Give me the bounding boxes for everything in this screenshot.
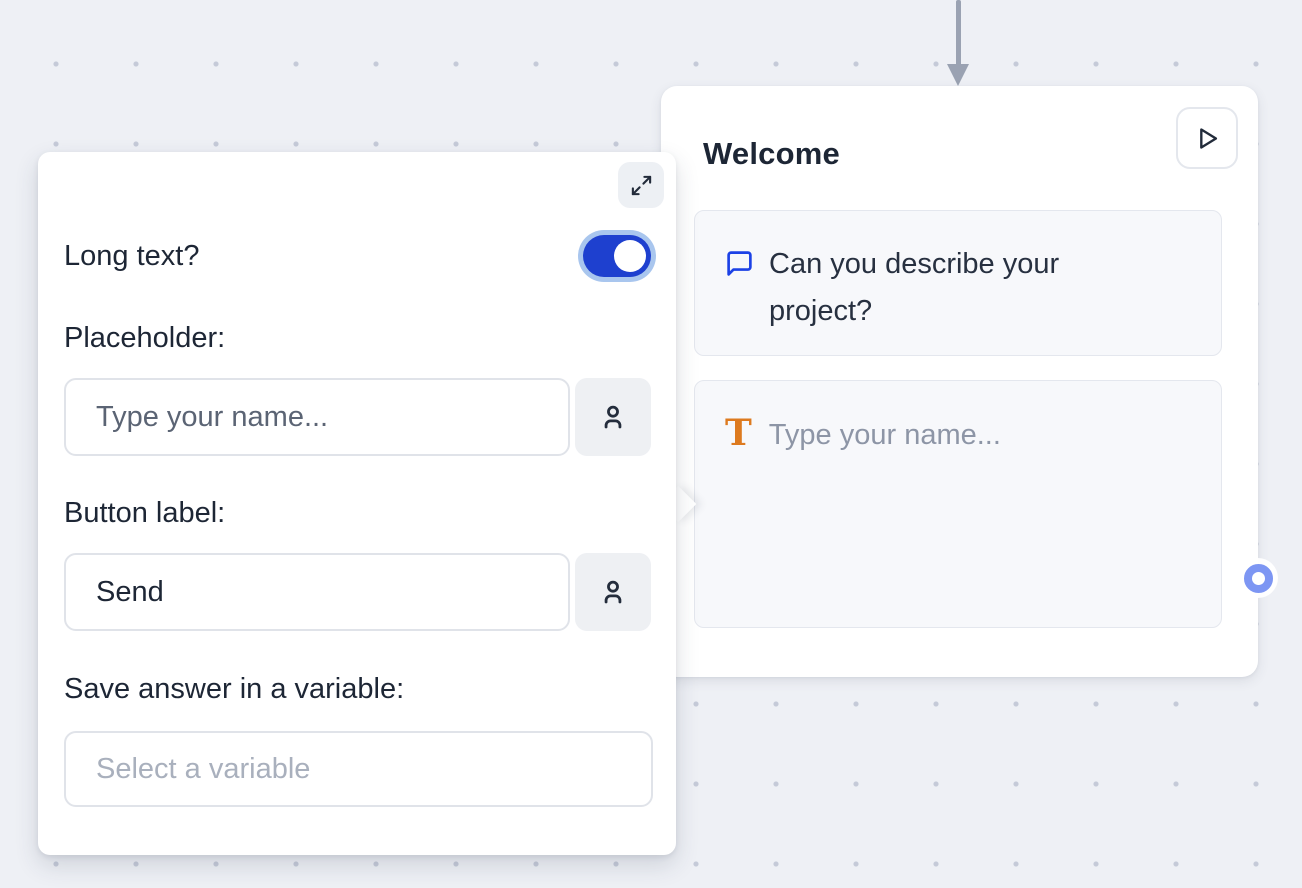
edge-arrowhead-icon (947, 64, 969, 86)
button-label-label: Button label: (64, 494, 225, 532)
button-label-input[interactable] (64, 553, 570, 631)
group-node-welcome[interactable]: Welcome Can you describe your project? T… (661, 86, 1258, 677)
group-title[interactable]: Welcome (703, 136, 840, 172)
expand-settings-button[interactable] (618, 162, 664, 208)
long-text-label: Long text? (64, 237, 199, 275)
node-output-port[interactable] (1238, 558, 1278, 598)
placeholder-input[interactable] (64, 378, 570, 456)
port-ring-icon (1244, 564, 1273, 593)
edge-line (956, 0, 961, 68)
bubble-text: Can you describe your project? (769, 241, 1119, 335)
settings-popover: Long text? Placeholder: Button label: Sa… (38, 152, 676, 855)
chat-bubble-icon (725, 249, 754, 278)
placeholder-label: Placeholder: (64, 319, 225, 357)
user-icon (597, 576, 629, 608)
input-placeholder-preview: Type your name... (769, 412, 1001, 459)
toggle-track (583, 235, 651, 277)
variable-select-input[interactable] (64, 731, 653, 807)
text-input-icon: T (725, 411, 752, 455)
expand-icon (630, 174, 653, 197)
insert-variable-button[interactable] (575, 378, 651, 456)
user-icon (597, 401, 629, 433)
text-input-block[interactable]: T Type your name... (694, 380, 1222, 628)
long-text-toggle[interactable] (578, 230, 656, 282)
play-icon (1194, 125, 1221, 152)
preview-group-button[interactable] (1176, 107, 1238, 169)
insert-variable-button[interactable] (575, 553, 651, 631)
flow-canvas[interactable]: { "canvas": { "background_color": "#eef0… (0, 0, 1302, 888)
text-bubble-block[interactable]: Can you describe your project? (694, 210, 1222, 356)
save-variable-label: Save answer in a variable: (64, 670, 404, 708)
toggle-knob (614, 240, 646, 272)
